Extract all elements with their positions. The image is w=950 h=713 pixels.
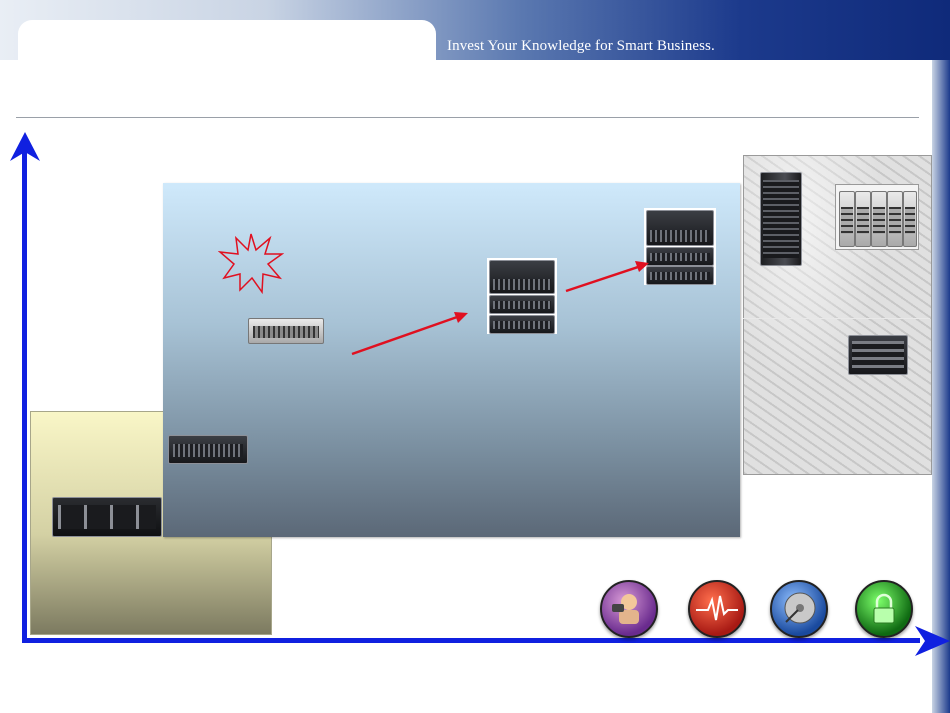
midrange-storage-stack-a — [487, 258, 557, 334]
x-axis-line — [22, 638, 920, 643]
lock-icon[interactable] — [855, 580, 913, 638]
y-axis-arrowhead — [10, 132, 40, 161]
y-axis-line — [22, 150, 27, 640]
midrange-storage-stack-b — [644, 208, 716, 285]
burst-icon — [218, 233, 284, 294]
midrange-storage-rack — [168, 435, 248, 464]
title-divider — [16, 117, 919, 118]
enterprise-tower — [760, 172, 802, 266]
growth-arrow-1 — [351, 312, 468, 356]
enterprise-panel-divider — [743, 318, 930, 319]
enterprise-storage-block — [848, 335, 908, 375]
heartbeat-icon[interactable] — [688, 580, 746, 638]
disk-icon[interactable] — [770, 580, 828, 638]
x-axis-arrowhead — [915, 626, 950, 656]
growth-arrow-2 — [565, 261, 649, 293]
midrange-storage-small — [248, 318, 324, 344]
header-tagline: Invest Your Knowledge for Smart Business… — [447, 38, 715, 54]
right-edge-band — [932, 60, 950, 713]
enterprise-cabinet-row — [835, 184, 919, 250]
person-icon[interactable] — [600, 580, 658, 638]
entry-storage-device — [52, 497, 162, 537]
